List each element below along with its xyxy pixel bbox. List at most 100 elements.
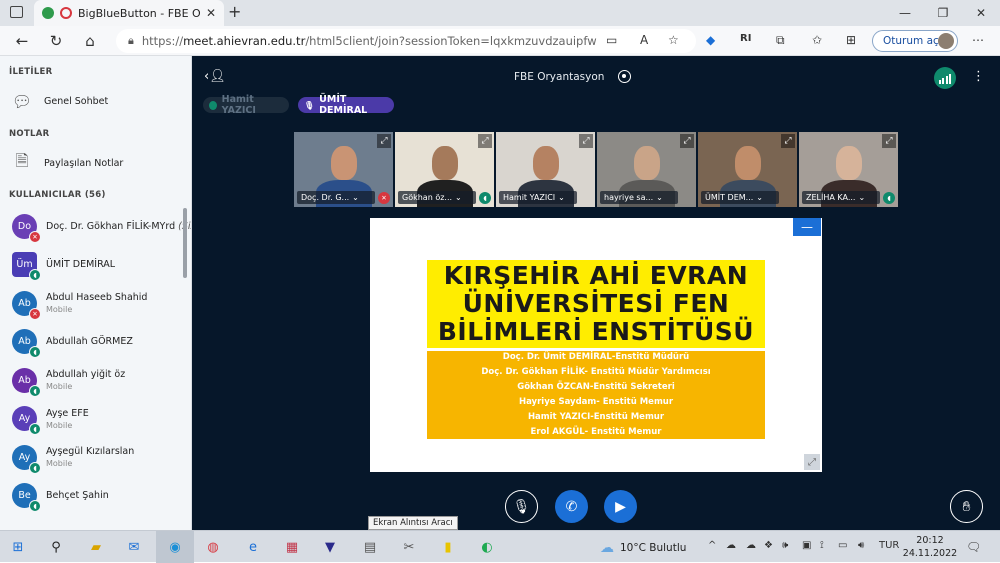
read-aloud-icon[interactable]: A	[640, 33, 648, 47]
webcam-label[interactable]: Gökhan öz... ⌄	[398, 191, 476, 204]
snipping-tool-icon[interactable]: ✂	[399, 537, 419, 557]
add-favorite-icon[interactable]: ☆	[668, 33, 679, 47]
windows-taskbar: ⊞ ⚲ ▰ ✉ ◉ ◍ e ▦ ▼ ▤ ✂ ▮ ◐ ☁ 10°C Bulutlu…	[0, 530, 1000, 563]
edge-icon[interactable]: ◉	[165, 537, 185, 557]
weather-widget[interactable]: ☁ 10°C Bulutlu	[600, 540, 686, 556]
recording-indicator-icon[interactable]	[618, 70, 631, 83]
language-indicator[interactable]: TUR	[879, 540, 899, 551]
favorites-icon[interactable]: ✩	[812, 33, 822, 47]
start-icon[interactable]: ⊞	[8, 537, 28, 557]
webcam-tile[interactable]: ⤢ hayriye sa... ⌄	[597, 132, 696, 207]
webcam-label[interactable]: hayriye sa... ⌄	[600, 191, 678, 204]
leave-audio-button[interactable]: ✆	[555, 490, 588, 523]
refresh-icon[interactable]: ↻	[46, 32, 66, 50]
network-icon[interactable]: ⟟	[820, 540, 824, 551]
webcam-tile[interactable]: ⤢ Doç. Dr. G... ⌄ ✕	[294, 132, 393, 207]
avatar: Ay ◖	[12, 406, 41, 435]
extension-r-icon[interactable]: RI	[740, 33, 751, 44]
webcam-tile[interactable]: ⤢ ÜMİT DEM... ⌄	[698, 132, 797, 207]
shared-notes-link[interactable]: 🗎︎ Paylaşılan Notlar	[12, 151, 124, 173]
app-v-icon[interactable]: ▼	[320, 537, 340, 557]
sidebar: İLETİLER 💬︎ Genel Sohbet NOTLAR 🗎︎ Payla…	[0, 56, 192, 530]
chrome-icon[interactable]: ◍	[203, 537, 223, 557]
user-list-item[interactable]: Üm ◖ ÜMİT DEMİRAL	[12, 247, 184, 283]
mute-microphone-button[interactable]: 🎙︎	[505, 490, 538, 523]
talking-indicator[interactable]: Hamit YAZICI	[203, 94, 289, 116]
webcam-button[interactable]: ▶	[604, 490, 637, 523]
whatsapp-icon[interactable]: ◐	[477, 537, 497, 557]
back-icon[interactable]: ←	[12, 32, 32, 50]
expand-icon[interactable]: ⤢	[478, 134, 492, 148]
browser-menu-icon[interactable]: ⋯	[972, 33, 984, 47]
tab-close-icon[interactable]: ✕	[206, 6, 216, 20]
ie-icon[interactable]: e	[243, 537, 263, 557]
user-list-item[interactable]: Do✕ Doç. Dr. Gökhan FİLİK-MYrd (Siz)	[12, 208, 191, 244]
webcam-label[interactable]: Hamit YAZICI ⌄	[499, 191, 577, 204]
extension-shield-icon[interactable]: ◆	[706, 33, 715, 47]
user-list-item[interactable]: Ab ◖ Abdullah yiğit öz Mobile	[12, 362, 184, 398]
camera-site-icon[interactable]: ▭	[606, 33, 617, 47]
collections-icon[interactable]: ⊞	[846, 33, 856, 47]
person-head	[331, 146, 357, 180]
volume-icon[interactable]: 🕪︎	[782, 540, 788, 551]
expand-icon[interactable]: ⤢	[781, 134, 795, 148]
browser-tab-active[interactable]: BigBlueButton - FBE Oryantasyon ✕	[34, 0, 224, 26]
expand-icon[interactable]: ⤢	[377, 134, 391, 148]
connection-status-icon[interactable]	[934, 67, 956, 89]
webcam-tile[interactable]: ⤢ ZELİHA KA... ⌄ ◖	[799, 132, 898, 207]
user-list-item[interactable]: Be ◖ Behçet Şahin	[12, 478, 184, 514]
toggle-userlist-icon[interactable]: ‹👤︎	[204, 69, 226, 84]
browser-toolbar: ← ↻ ⌂ 🔒︎ https://meet.ahievran.edu.tr/ht…	[0, 26, 1000, 56]
search-icon[interactable]: ⚲	[46, 537, 66, 557]
file-explorer-icon[interactable]: ▰	[86, 537, 106, 557]
window-close-icon[interactable]: ✕	[962, 0, 1000, 26]
tray-cloud-icon[interactable]: ☁	[746, 540, 756, 551]
user-list-item[interactable]: Ay ◖ Ayşegül Kızılarslan Mobile	[12, 439, 184, 475]
talking-indicator[interactable]: 🎙︎ ÜMİT DEMİRAL	[298, 94, 394, 116]
new-tab-icon[interactable]: +	[228, 2, 241, 21]
public-chat-link[interactable]: 💬︎ Genel Sohbet	[12, 91, 108, 111]
tab-actions-icon[interactable]	[10, 6, 23, 18]
expand-icon[interactable]: ⤢	[579, 134, 593, 148]
sticky-notes-icon[interactable]: ▮	[438, 537, 458, 557]
battery-icon[interactable]: ▭	[838, 540, 847, 551]
extensions-icon[interactable]: ⧉	[776, 33, 785, 48]
url-text: https://meet.ahievran.edu.tr/html5client…	[141, 34, 597, 48]
webcam-tile[interactable]: ⤢ Hamit YAZICI ⌄	[496, 132, 595, 207]
calculator-icon[interactable]: ▤	[360, 537, 380, 557]
expand-icon[interactable]: ⤢	[882, 134, 896, 148]
dropbox-icon[interactable]: ❖	[764, 540, 773, 551]
system-clock[interactable]: 20:12 24.11.2022	[902, 534, 958, 560]
sign-in-button[interactable]: Oturum aç	[872, 30, 958, 52]
person-head	[735, 146, 761, 180]
tray-chevron-icon[interactable]: ^	[708, 540, 716, 551]
avatar: Üm ◖	[12, 252, 41, 281]
fullscreen-presentation-button[interactable]: ⤢	[804, 454, 820, 470]
user-name: Behçet Şahin	[46, 490, 109, 501]
webcam-label[interactable]: ÜMİT DEM... ⌄	[701, 191, 779, 204]
speaker-icon[interactable]: 🔊︎	[858, 540, 864, 551]
usb-icon[interactable]: ▣	[802, 540, 811, 551]
maximize-icon[interactable]: ❐	[924, 0, 962, 26]
app-grid-icon[interactable]: ▦	[282, 537, 302, 557]
user-list-item[interactable]: Ab ◖ Abdullah GÖRMEZ	[12, 324, 184, 360]
onedrive-icon[interactable]: ☁	[726, 540, 736, 551]
expand-icon[interactable]: ⤢	[680, 134, 694, 148]
raise-hand-button[interactable]: ✋︎	[950, 490, 983, 523]
home-icon[interactable]: ⌂	[80, 32, 100, 50]
webcam-label[interactable]: ZELİHA KA... ⌄	[802, 191, 880, 204]
tab-recording-icon	[60, 7, 72, 19]
webcam-tile[interactable]: ⤢ Gökhan öz... ⌄ ◖	[395, 132, 494, 207]
mail-icon[interactable]: ✉	[124, 537, 144, 557]
audio-listen-icon: ◖	[883, 192, 895, 204]
audio-listen-icon: ◖	[29, 423, 41, 435]
taskbar-tooltip: Ekran Alıntısı Aracı	[368, 516, 458, 530]
minimize-presentation-button[interactable]: —	[793, 218, 821, 236]
sidebar-scrollbar[interactable]	[183, 208, 187, 278]
options-menu-icon[interactable]: ⋮	[972, 69, 985, 84]
minimize-icon[interactable]: —	[886, 0, 924, 26]
user-list-item[interactable]: Ab ✕ Abdul Haseeb Shahid Mobile	[12, 285, 184, 321]
user-list-item[interactable]: Ay ◖ Ayşe EFE Mobile	[12, 401, 184, 437]
notifications-icon[interactable]: 🗨︎	[966, 540, 981, 554]
webcam-label[interactable]: Doç. Dr. G... ⌄	[297, 191, 375, 204]
